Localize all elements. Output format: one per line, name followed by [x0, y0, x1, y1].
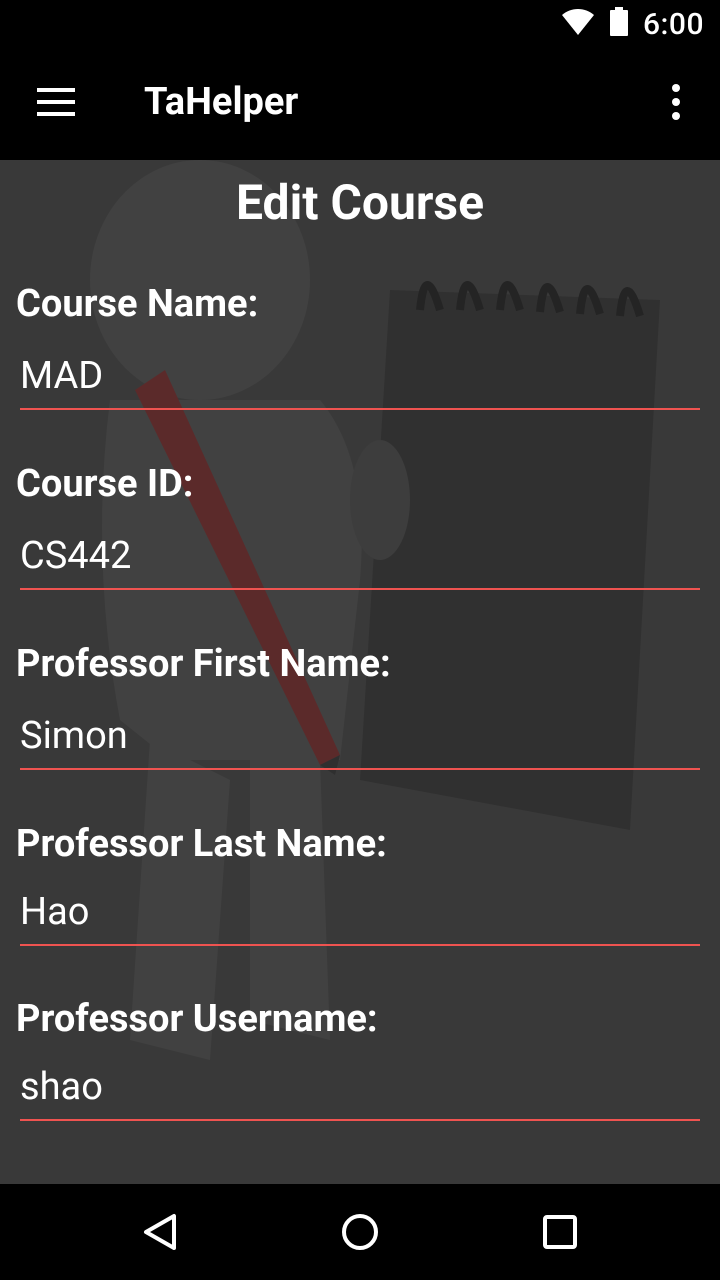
course-name-label: Course Name:	[16, 282, 259, 326]
edit-course-form: Edit Course Course Name: Course ID: Prof…	[0, 160, 720, 1184]
recents-button[interactable]	[530, 1204, 590, 1264]
page-title: Edit Course	[236, 174, 484, 231]
course-name-input[interactable]	[20, 344, 700, 410]
home-icon	[340, 1212, 380, 1256]
battery-icon	[609, 7, 629, 41]
wifi-icon	[561, 7, 595, 41]
overflow-menu-button[interactable]	[652, 72, 700, 136]
back-button[interactable]	[130, 1204, 190, 1264]
professor-last-name-label: Professor Last Name:	[16, 822, 387, 866]
status-time: 6:00	[642, 6, 704, 42]
overflow-menu-icon	[671, 84, 681, 124]
app-bar: TaHelper	[0, 48, 720, 160]
status-bar: 6:00	[0, 0, 720, 48]
app-title: TaHelper	[144, 80, 299, 124]
menu-icon	[37, 88, 75, 120]
course-id-input[interactable]	[20, 524, 700, 590]
back-icon	[140, 1212, 180, 1256]
navigation-bar	[0, 1184, 720, 1280]
professor-first-name-label: Professor First Name:	[16, 642, 391, 686]
course-id-label: Course ID:	[16, 462, 194, 506]
home-button[interactable]	[330, 1204, 390, 1264]
professor-last-name-input[interactable]	[20, 880, 700, 946]
recents-icon	[542, 1214, 578, 1254]
menu-button[interactable]	[20, 72, 92, 136]
status-icons: 6:00	[561, 0, 704, 48]
professor-first-name-input[interactable]	[20, 704, 700, 770]
professor-username-label: Professor Username:	[16, 997, 378, 1041]
professor-username-input[interactable]	[20, 1055, 700, 1121]
